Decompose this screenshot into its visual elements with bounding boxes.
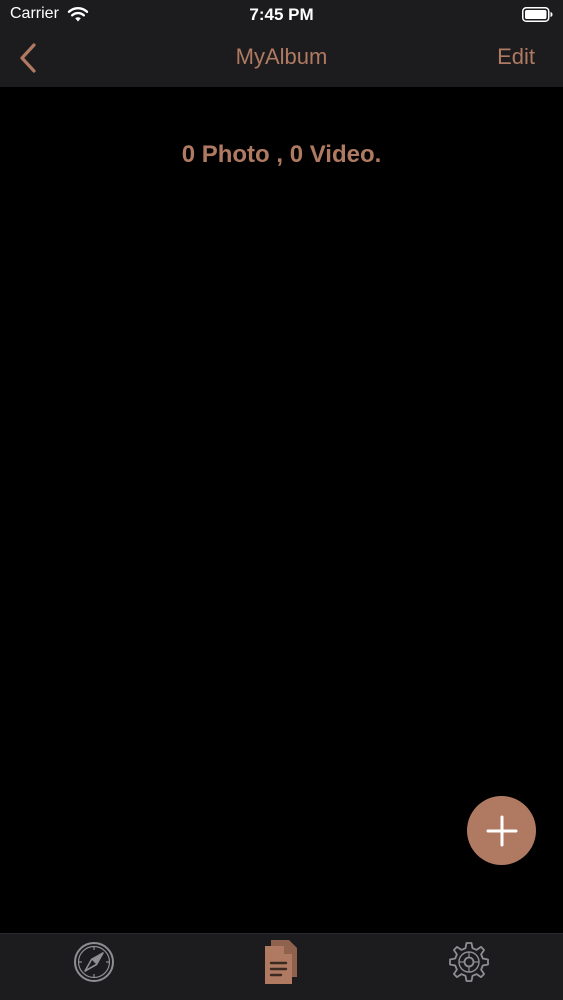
tab-documents[interactable] xyxy=(257,938,305,986)
page-title: MyAlbum xyxy=(235,44,328,69)
status-time: 7:45 PM xyxy=(249,5,314,24)
edit-button[interactable]: Edit xyxy=(497,44,535,70)
album-screen: Carrier 7:45 PM MyAlbum Edit 0 Photo , 0… xyxy=(0,0,563,1000)
tab-settings[interactable] xyxy=(445,938,493,986)
battery-icon xyxy=(522,7,553,22)
gear-icon xyxy=(449,942,489,982)
tab-browse[interactable] xyxy=(70,938,118,986)
status-bar: Carrier 7:45 PM xyxy=(0,0,563,30)
navigation-bar: MyAlbum Edit xyxy=(0,30,563,87)
compass-icon xyxy=(74,942,114,982)
document-icon xyxy=(265,940,297,984)
plus-icon xyxy=(486,815,517,846)
media-count-label: 0 Photo , 0 Video. xyxy=(181,141,382,168)
add-button[interactable] xyxy=(467,796,536,865)
tab-bar xyxy=(0,933,563,1000)
